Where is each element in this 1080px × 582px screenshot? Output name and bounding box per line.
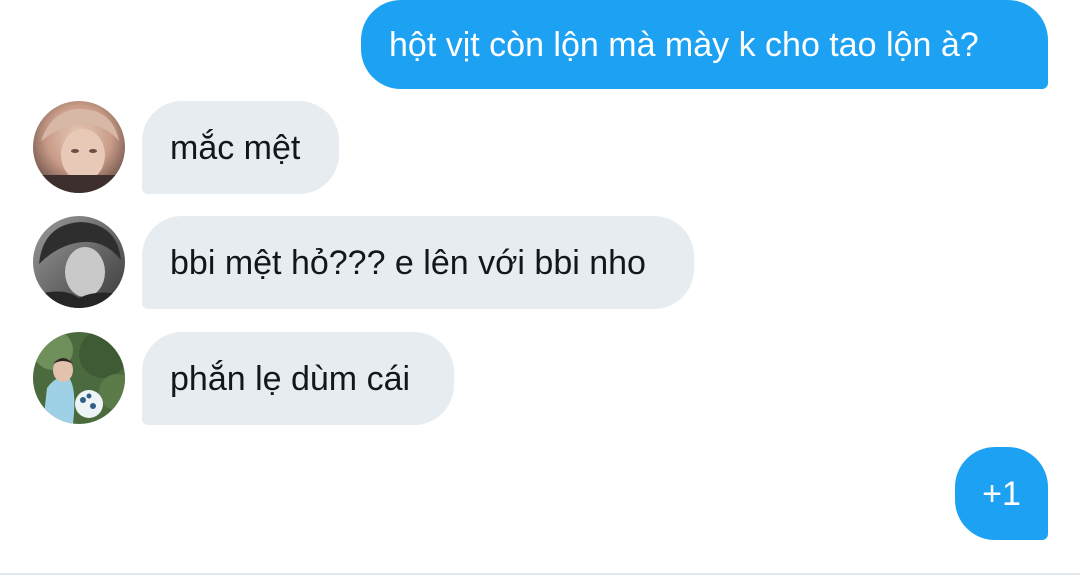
message-text: bbi mệt hỏ??? e lên với bbi nho xyxy=(170,243,646,282)
divider xyxy=(0,573,1080,575)
avatar-image xyxy=(33,332,125,424)
sent-message-bubble[interactable]: hột vịt còn lộn mà mày k cho tao lộn à? xyxy=(361,0,1048,89)
message-text: phắn lẹ dùm cái xyxy=(170,359,411,398)
chat-thread: hột vịt còn lộn mà mày k cho tao lộn à? … xyxy=(0,0,1080,582)
received-message-bubble[interactable]: phắn lẹ dùm cái xyxy=(142,332,454,425)
message-text: hột vịt còn lộn mà mày k cho tao lộn à? xyxy=(389,25,979,64)
sent-message-bubble[interactable]: +1 xyxy=(955,447,1048,540)
avatar-user3[interactable] xyxy=(33,332,125,424)
avatar-user2[interactable] xyxy=(33,216,125,308)
message-text: mắc mệt xyxy=(170,128,301,167)
avatar-image xyxy=(33,101,125,193)
avatar-image xyxy=(33,216,125,308)
received-message-bubble[interactable]: mắc mệt xyxy=(142,101,339,194)
message-text: +1 xyxy=(982,474,1021,513)
avatar-user1[interactable] xyxy=(33,101,125,193)
received-message-bubble[interactable]: bbi mệt hỏ??? e lên với bbi nho xyxy=(142,216,694,309)
